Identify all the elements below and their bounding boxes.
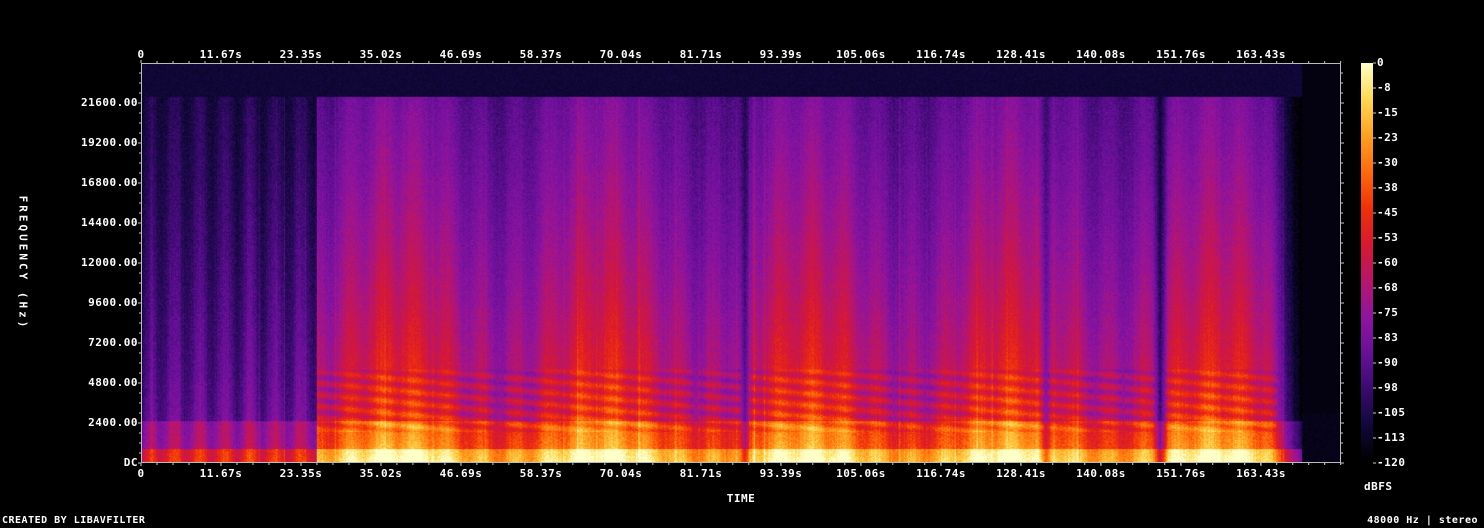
x-tick-label-top: 23.35s	[279, 48, 323, 61]
y-axis-label: FREQUENCY (Hz)	[16, 195, 30, 331]
y-tick-label: 14400.00	[81, 216, 138, 229]
x-tick-label-bottom: 58.37s	[519, 467, 563, 480]
x-tick-label-top: 93.39s	[759, 48, 803, 61]
x-tick-label-top: 105.06s	[836, 48, 886, 61]
x-tick-label-bottom: 116.74s	[916, 467, 966, 480]
colorbar-tick-label: 0	[1377, 56, 1385, 69]
colorbar-tick-label: -60	[1377, 256, 1399, 269]
colorbar-tick-label: -53	[1377, 231, 1399, 244]
x-tick-label-bottom: 140.08s	[1076, 467, 1126, 480]
colorbar-tick-label: -68	[1377, 281, 1399, 294]
x-tick-label-top: 128.41s	[996, 48, 1046, 61]
colorbar-tick-label: -45	[1377, 206, 1399, 219]
x-tick-label-bottom: 163.43s	[1236, 467, 1286, 480]
colorbar-tick-label: -75	[1377, 306, 1399, 319]
x-tick-label-bottom: 93.39s	[759, 467, 803, 480]
y-tick-label: 21600.00	[81, 96, 138, 109]
x-tick-label-top: 46.69s	[439, 48, 483, 61]
x-tick-label-bottom: 70.04s	[599, 467, 643, 480]
x-tick-label-bottom: 11.67s	[199, 467, 243, 480]
colorbar-tick-label: -120	[1377, 456, 1406, 469]
colorbar-label: dBFS	[1364, 480, 1393, 493]
x-tick-label-bottom: 0	[137, 467, 145, 480]
colorbar-tick-label: -105	[1377, 406, 1406, 419]
colorbar-tick-label: -15	[1377, 106, 1399, 119]
colorbar-tick-label: -23	[1377, 131, 1399, 144]
x-tick-label-top: 35.02s	[359, 48, 403, 61]
x-tick-label-top: 58.37s	[519, 48, 563, 61]
colorbar-tick-label: -8	[1377, 81, 1392, 94]
x-tick-label-bottom: 46.69s	[439, 467, 483, 480]
footer-audio-info: 48000 Hz | stereo	[1367, 515, 1478, 526]
x-tick-label-bottom: 151.76s	[1156, 467, 1206, 480]
plot-area	[141, 63, 1341, 463]
x-axis-label: TIME	[726, 492, 756, 505]
x-tick-label-bottom: 23.35s	[279, 467, 323, 480]
y-tick-label: 2400.00	[88, 416, 138, 429]
y-tick-label: 9600.00	[88, 296, 138, 309]
colorbar-tick-label: -83	[1377, 331, 1399, 344]
x-tick-label-top: 81.71s	[679, 48, 723, 61]
colorbar-tick-label: -38	[1377, 181, 1399, 194]
y-tick-label: 19200.00	[81, 136, 138, 149]
x-tick-label-top: 11.67s	[199, 48, 243, 61]
spectrogram-heatmap	[142, 64, 1340, 462]
x-tick-label-top: 140.08s	[1076, 48, 1126, 61]
footer-credit: CREATED BY LIBAVFILTER	[2, 515, 146, 526]
colorbar-tick-label: -98	[1377, 381, 1399, 394]
x-tick-label-bottom: 81.71s	[679, 467, 723, 480]
x-tick-label-top: 151.76s	[1156, 48, 1206, 61]
x-tick-label-bottom: 35.02s	[359, 467, 403, 480]
y-tick-label: 16800.00	[81, 176, 138, 189]
colorbar-tick-label: -90	[1377, 356, 1399, 369]
colorbar-tick-label: -113	[1377, 431, 1406, 444]
y-tick-label: DC	[123, 456, 138, 469]
x-tick-label-top: 70.04s	[599, 48, 643, 61]
x-tick-label-top: 163.43s	[1236, 48, 1286, 61]
x-tick-label-top: 116.74s	[916, 48, 966, 61]
y-tick-label: 12000.00	[81, 256, 138, 269]
y-tick-label: 4800.00	[88, 376, 138, 389]
colorbar	[1361, 63, 1373, 463]
x-tick-label-top: 0	[137, 48, 145, 61]
colorbar-tick-label: -30	[1377, 156, 1399, 169]
y-tick-label: 7200.00	[88, 336, 138, 349]
x-tick-label-bottom: 105.06s	[836, 467, 886, 480]
x-tick-label-bottom: 128.41s	[996, 467, 1046, 480]
